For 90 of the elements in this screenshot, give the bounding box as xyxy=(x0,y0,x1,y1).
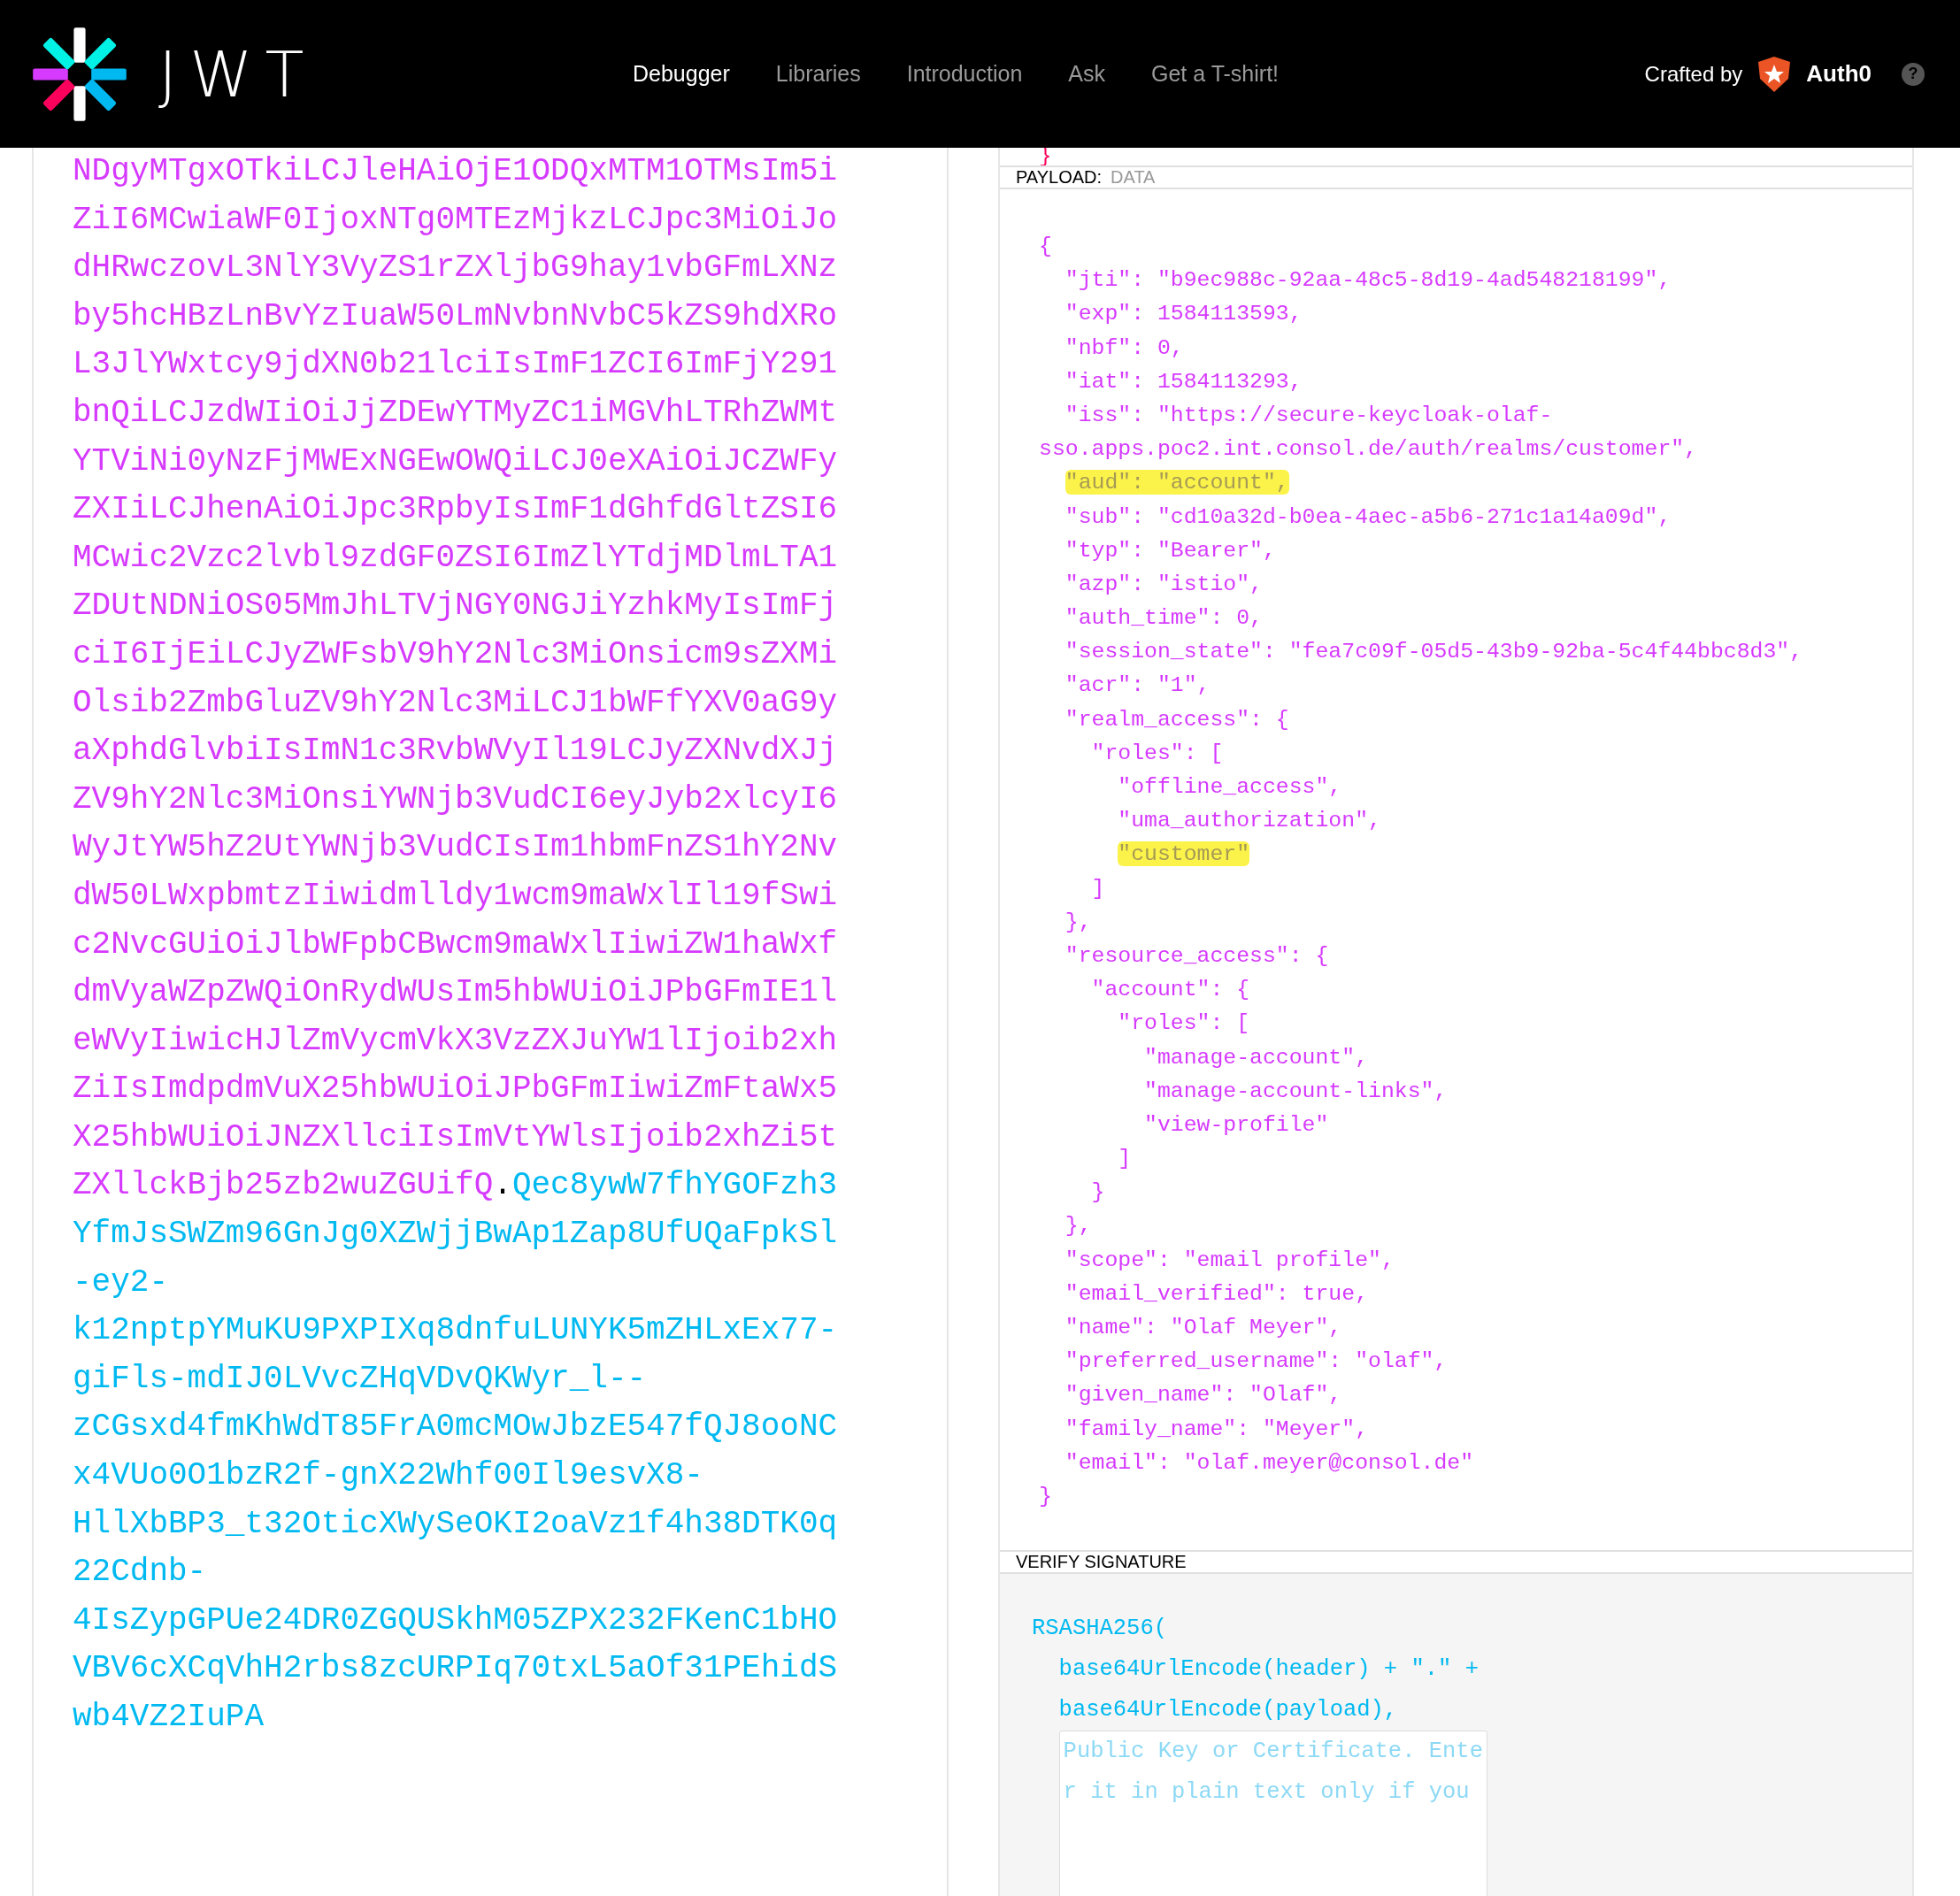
signature-token-text: x4VUo0O1bzR2f-gnX22Whf00Il9esvX8- xyxy=(73,1457,703,1494)
payload-token-text: ZiIsImdpdmVuX25hbWUiOiJPbGFmIiwiZmFtaWx5 xyxy=(73,1071,838,1108)
payload-token-text: ZV9hY2Nlc3MiOnsiYWNjb3VudCI6eyJyb2xlcyI6 xyxy=(73,780,838,818)
signature-token-text: k12nptpYMuKU9PXPIXq8dnfuLUNYK5mZHLxEx77- xyxy=(73,1312,838,1349)
signature-token-text: zCGsxd4fmKhWdT85FrA0mcMOwJbzE547fQJ8ooNC xyxy=(73,1409,838,1446)
section-subtitle: DATA xyxy=(1111,167,1156,188)
json-text: "auth_time": 0, xyxy=(1064,604,1264,633)
json-text: "resource_access": { xyxy=(1064,941,1330,970)
payload-token-text: ZXIiLCJhenAiOiJpc3RpbyIsImF1dGhfdGltZSI6 xyxy=(73,491,838,528)
json-text: sso.apps.poc2.int.consol.de/auth/realms/customer", xyxy=(1039,435,1699,464)
payload-token-text: YTViNi0yNzFjMWExNGEwOWQiLCJ0eXAiOiJCZWFy xyxy=(73,442,838,480)
json-text: "offline_access", xyxy=(1117,773,1343,801)
highlighted-json-text: "aud": "account", xyxy=(1065,470,1289,495)
json-text: "manage-account", xyxy=(1143,1043,1369,1071)
json-text: { xyxy=(1039,233,1053,260)
payload-token-text: L3JlYWxtcy9jdXN0b21lciIsImF1ZCI6ImFjY291 xyxy=(73,346,838,383)
payload-token-text: ZiI6MCwiaWF0IjoxNTg0MTEzMjkzLCJpc3MiOiJo xyxy=(73,201,838,238)
nav-link[interactable]: Libraries xyxy=(775,61,861,87)
payload-token-text: Olsib2ZmbGluZV9hY2Nlc3MiLCJ1bWFfYXV0aG9y xyxy=(73,684,838,721)
payload-token-text: bnQiLCJzdWIiOiJjZDEwYTMyZC1iMGVhLTRhZWMt xyxy=(73,394,838,431)
signature-token-text: 22Cdnb- xyxy=(73,1554,207,1591)
payload-token-text: dHRwczovL3NlY3VyZS1rZXljbG9hay1vbGFmLXNz xyxy=(73,249,838,287)
payload-token-text: dmVyaWZpZWQiOnRydWUsIm5hbWUiOiJPbGFmIE1l xyxy=(73,974,838,1011)
json-text: "family_name": "Meyer", xyxy=(1064,1415,1369,1443)
payload-token-text: NDgyMTgxOTkiLCJleHAiOjE1ODQxMTM1OTMsIm5i xyxy=(73,153,838,189)
json-text: } xyxy=(1039,1482,1053,1510)
json-text: } xyxy=(1090,1178,1106,1207)
json-text: "nbf": 0, xyxy=(1064,334,1185,362)
payload-token-text: MCwic2Vzc2lvbl9zdGF0ZSI6ImZlYTdjMDlmLTA1 xyxy=(73,539,838,576)
shield-star-icon[interactable] xyxy=(1756,55,1793,93)
section-title: PAYLOAD: xyxy=(1016,167,1103,188)
signature-token-text: HllXbBP3_t32OticXWySeOKI2oaVz1f4h38DTK0q xyxy=(73,1505,838,1542)
json-text: "roles": [ xyxy=(1090,739,1225,767)
nav-link[interactable]: Ask xyxy=(1068,61,1105,87)
payload-token-text: WyJtYW5hZ2UtYWNjb3VudCIsIm1hbmFnZS1hY2Nv xyxy=(73,829,838,866)
json-text: ] xyxy=(1117,1145,1133,1173)
json-text: "view-profile" xyxy=(1143,1110,1330,1139)
token-separator: . xyxy=(493,1167,512,1204)
nav-link[interactable]: Debugger xyxy=(633,61,730,87)
json-text: "account": { xyxy=(1090,976,1251,1004)
signature-token-text: 4IsZypGPUe24DR0ZGQUSkhM05ZPX232FKenC1bHO xyxy=(73,1601,838,1639)
public-key-field[interactable]: Public Key or Certificate. Enter it in plain text only if you xyxy=(1058,1731,1487,1896)
json-text: "realm_access": { xyxy=(1064,705,1290,733)
payload-token-text: X25hbWUiOiJNZXllciIsImVtYWlsIjoib2xhZi5t xyxy=(73,1118,838,1155)
payload-token-text: dW50LWxpbmtzIiwidmlldy1wcm9maWxlIl19fSwi xyxy=(73,877,838,914)
payload-token-text: ciI6IjEiLCJyZWFsbV9hY2Nlc3MiOnsicm9sZXMi xyxy=(73,635,838,672)
json-text: "scope": "email profile", xyxy=(1064,1246,1395,1274)
signature-token-text: -ey2- xyxy=(73,1263,169,1301)
nav-link[interactable]: Introduction xyxy=(906,61,1023,87)
logo-icon[interactable] xyxy=(31,25,128,123)
logo-wordmark[interactable]: JWT xyxy=(158,36,317,111)
json-text: "typ": "Bearer", xyxy=(1064,536,1277,564)
json-text: }, xyxy=(1064,908,1093,936)
code-text: base64UrlEncode(payload), xyxy=(1057,1696,1399,1725)
json-text: "iat": 1584113293, xyxy=(1064,367,1303,395)
payload-token-text: eWVyIiwicHJlZmVycmVkX3VzZXJuYW1lIjoib2xh xyxy=(73,1022,838,1059)
code-text: RSASHA256( xyxy=(1032,1615,1169,1644)
signature-token-text: giFls-mdIJ0LVvcZHqVDvQKWyr_l-- xyxy=(73,1360,647,1397)
json-text: "preferred_username": "olaf", xyxy=(1064,1347,1449,1376)
json-text: "jti": "b9ec988c-92aa-48c5-8d19-4ad548218199", xyxy=(1064,266,1672,295)
json-text: "exp": 1584113593, xyxy=(1064,300,1303,328)
payload-token-text: by5hcHBzLnBvYzIuaW50LmNvbnNvbC5kZS9hdXRo xyxy=(73,297,838,334)
payload-token-text: aXphdGlvbiIsImN1c3RvbWVyIl19LCJyZXNvdXJj xyxy=(73,733,838,770)
json-text: ] xyxy=(1090,874,1106,902)
json-text: "session_state": "fea7c09f-05d5-43b9-92ba-5c4f44bbc8d3", xyxy=(1064,638,1804,666)
json-text: "azp": "istio", xyxy=(1064,570,1264,598)
highlighted-json-text: "customer" xyxy=(1118,841,1250,867)
signature-token-text: wb4VZ2IuPA xyxy=(73,1699,265,1735)
payload-token-text: ZDUtNDNiOS05MmJhLTVjNGY0NGJiYzhkMyIsImFj xyxy=(73,587,838,625)
signature-token-text: YfmJsSWZm96GnJg0XZWjjBwAp1Zap8UfUQaFpkSl xyxy=(73,1216,838,1253)
json-text: "email_verified": true, xyxy=(1064,1279,1369,1308)
credit-text: Crafted by xyxy=(1644,61,1743,87)
section-title: VERIFY SIGNATURE xyxy=(1016,1552,1187,1573)
code-text: base64UrlEncode(header) + "." + xyxy=(1057,1655,1480,1685)
payload-token-text: c2NvcGUiOiJlbWFpbCBwcm9maWxlIiwiZW1haWxf xyxy=(73,925,838,963)
json-text: "iss": "https://secure-keycloak-olaf- xyxy=(1064,401,1554,429)
payload-token-text: ZXllckBjb25zb2wuZGUifQ xyxy=(73,1167,494,1204)
json-text: "name": "Olaf Meyer", xyxy=(1064,1314,1343,1341)
json-text: "uma_authorization", xyxy=(1117,807,1382,835)
json-text: "sub": "cd10a32d-b0ea-4aec-a5b6-271c1a14a09d", xyxy=(1064,503,1672,531)
signature-token-text: VBV6cXCqVhH2rbs8zcURPIq70txL5aOf31PEhidS xyxy=(73,1650,838,1687)
json-text: "manage-account-links", xyxy=(1143,1077,1449,1105)
json-text: "email": "olaf.meyer@consol.de" xyxy=(1064,1448,1475,1477)
signature-token-text: Qec8ywW7fhYGOFzh3 xyxy=(511,1167,838,1204)
json-text: "roles": [ xyxy=(1117,1009,1251,1038)
json-text: "given_name": "Olaf", xyxy=(1064,1381,1343,1409)
json-text: }, xyxy=(1064,1212,1093,1240)
nav-link[interactable]: Get a T-shirt! xyxy=(1151,61,1280,87)
json-text: "acr": "1", xyxy=(1064,672,1211,700)
brand-name[interactable]: Auth0 xyxy=(1806,60,1872,88)
